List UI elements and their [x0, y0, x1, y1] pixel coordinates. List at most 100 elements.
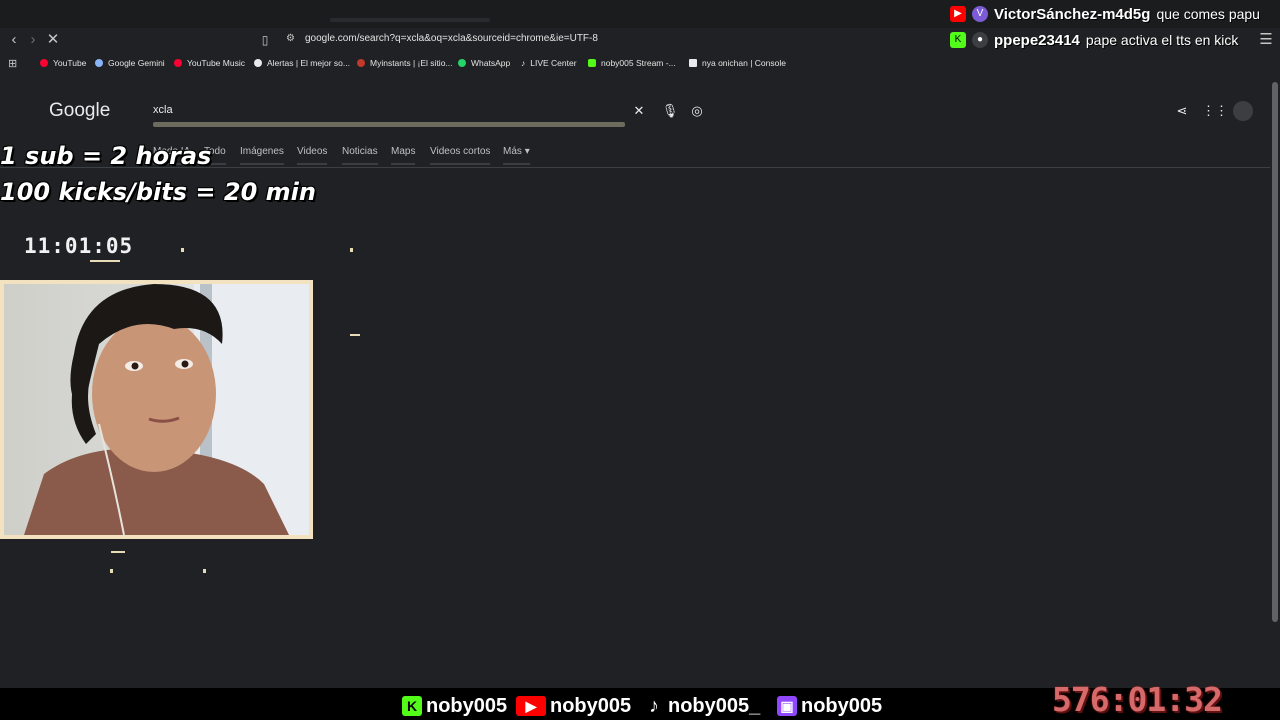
tab-label: Más — [503, 146, 522, 157]
tab-underline — [430, 163, 491, 165]
bookmark-whatsapp[interactable]: WhatsApp — [458, 56, 510, 70]
bookmark-label: nya onichan | Console — [702, 58, 786, 68]
overlay-clock: 11:01:05 — [24, 234, 134, 258]
tab-videos-cortos[interactable]: Videos cortos — [430, 146, 491, 165]
overlay-speck — [350, 248, 353, 252]
kicks-rule-text: 100 kicks/bits = 20 min — [0, 178, 316, 206]
bookmark-label: YouTube — [53, 58, 87, 68]
scrollbar-thumb[interactable] — [1272, 82, 1278, 622]
menu-icon[interactable]: ☰ — [1258, 32, 1274, 48]
console-icon — [689, 59, 697, 67]
account-avatar[interactable] — [1233, 101, 1253, 121]
tab-mas[interactable]: Más ▾ — [503, 146, 530, 165]
kick-icon — [588, 59, 596, 67]
microphone-icon[interactable]: 🎙 — [661, 103, 679, 119]
back-icon[interactable]: ‹ — [6, 32, 22, 48]
bookmark-live-center[interactable]: ♪ LIVE Center — [521, 56, 577, 70]
bookmark-label: LIVE Center — [530, 58, 577, 68]
bookmark-alertas[interactable]: Alertas | El mejor so... — [254, 56, 350, 70]
youtube-icon — [40, 59, 48, 67]
stop-loading-icon[interactable]: ✕ — [45, 32, 61, 48]
apps-grid-icon[interactable]: ⊞ — [8, 56, 17, 70]
forward-icon[interactable]: › — [25, 32, 41, 48]
tab-label: Imágenes — [240, 146, 284, 157]
tiktok-icon: ♪ — [649, 695, 659, 717]
social-handle: noby005 — [426, 694, 508, 717]
search-loading-bar — [153, 122, 625, 127]
overlay-speck — [181, 248, 184, 252]
tab-underline — [391, 163, 416, 165]
tab-noticias[interactable]: Noticias — [342, 146, 378, 165]
bookmark-nya-onichan[interactable]: nya onichan | Console — [689, 56, 786, 70]
sub-rule-text: 1 sub = 2 horas — [0, 142, 212, 170]
tab-videos[interactable]: Videos — [297, 146, 328, 165]
alertas-icon — [254, 59, 262, 67]
youtube-music-icon — [174, 59, 182, 67]
active-tab[interactable] — [330, 18, 490, 22]
chat-message: ▶ V VictorSánchez-m4d5g que comes papu — [950, 3, 1260, 25]
google-logo[interactable]: Google — [49, 100, 110, 122]
social-handle: noby005_ — [668, 694, 761, 717]
webcam-frame — [0, 280, 313, 539]
bookmarks-bar: ⊞ YouTube Google Gemini YouTube Music Al… — [0, 54, 1280, 72]
tab-imagenes[interactable]: Imágenes — [240, 146, 284, 165]
tab-underline — [342, 163, 378, 165]
streamer-silhouette — [24, 284, 309, 535]
twitch-icon: ▣ — [777, 696, 797, 716]
lens-icon[interactable]: ◎ — [688, 103, 706, 119]
tab-label: Videos — [297, 146, 328, 157]
bookmark-star-icon[interactable]: ▯ — [257, 32, 273, 48]
myinstants-icon — [357, 59, 365, 67]
tab-underline — [240, 163, 284, 165]
kick-icon: K — [950, 32, 966, 48]
social-kick: K noby005 — [402, 694, 507, 718]
overlay-speck — [350, 334, 360, 336]
site-info-icon[interactable]: ⚙ — [286, 33, 295, 44]
kick-icon: K — [402, 696, 422, 716]
bookmark-youtube[interactable]: YouTube — [40, 56, 86, 70]
chat-text: pape activa el tts en kick — [1085, 32, 1239, 48]
overlay-speck — [203, 569, 206, 573]
social-handle: noby005 — [550, 694, 632, 717]
overlay-speck — [110, 569, 113, 573]
search-input[interactable]: xcla — [153, 104, 173, 116]
bookmark-kick-stream[interactable]: noby005 Stream -... — [588, 56, 676, 70]
caret-down-icon: ▾ — [524, 146, 530, 157]
social-youtube: ▶ noby005 — [516, 694, 631, 718]
bookmark-label: WhatsApp — [471, 58, 511, 68]
bookmark-label: Google Gemini — [108, 58, 165, 68]
bookmark-myinstants[interactable]: Myinstants | ¡El sitio... — [357, 56, 453, 70]
youtube-icon: ▶ — [516, 696, 546, 716]
share-icon[interactable]: ⋖ — [1173, 103, 1191, 119]
url-text[interactable]: google.com/search?q=xcla&oq=xcla&sourcei… — [305, 33, 598, 44]
social-tiktok: ♪ noby005_ — [644, 694, 760, 718]
user-icon: ● — [972, 32, 988, 48]
subathon-timer: 576:01:32 — [1052, 680, 1223, 719]
youtube-icon: ▶ — [950, 6, 966, 22]
chat-username: ppepe23414 — [994, 31, 1080, 49]
apps-icon[interactable]: ⋮⋮ — [1202, 103, 1228, 119]
bookmark-youtube-music[interactable]: YouTube Music — [174, 56, 245, 70]
tab-underline — [297, 163, 328, 165]
tab-label: Videos cortos — [430, 146, 491, 157]
webcam-feed — [4, 284, 309, 535]
gemini-icon — [95, 59, 103, 67]
tab-label: Noticias — [342, 146, 378, 157]
clock-underline — [90, 260, 120, 262]
bookmark-label: Alertas | El mejor so... — [267, 58, 350, 68]
social-handle: noby005 — [801, 694, 883, 717]
clear-icon[interactable]: ✕ — [630, 103, 648, 119]
chat-username: VictorSánchez-m4d5g — [994, 5, 1151, 23]
tiktok-icon: ♪ — [521, 58, 526, 68]
overlay-speck — [111, 551, 125, 553]
tab-underline — [503, 163, 530, 165]
bookmark-gemini[interactable]: Google Gemini — [95, 56, 165, 70]
address-bar[interactable]: ⚙ google.com/search?q=xcla&oq=xcla&sourc… — [278, 31, 938, 49]
bookmark-label: noby005 Stream -... — [601, 58, 676, 68]
bookmark-label: YouTube Music — [187, 58, 245, 68]
tab-maps[interactable]: Maps — [391, 146, 416, 165]
user-badge: V — [972, 6, 988, 22]
tab-label: Maps — [391, 146, 416, 157]
chat-message: K ● ppepe23414 pape activa el tts en kic… — [950, 29, 1238, 51]
whatsapp-icon — [458, 59, 466, 67]
